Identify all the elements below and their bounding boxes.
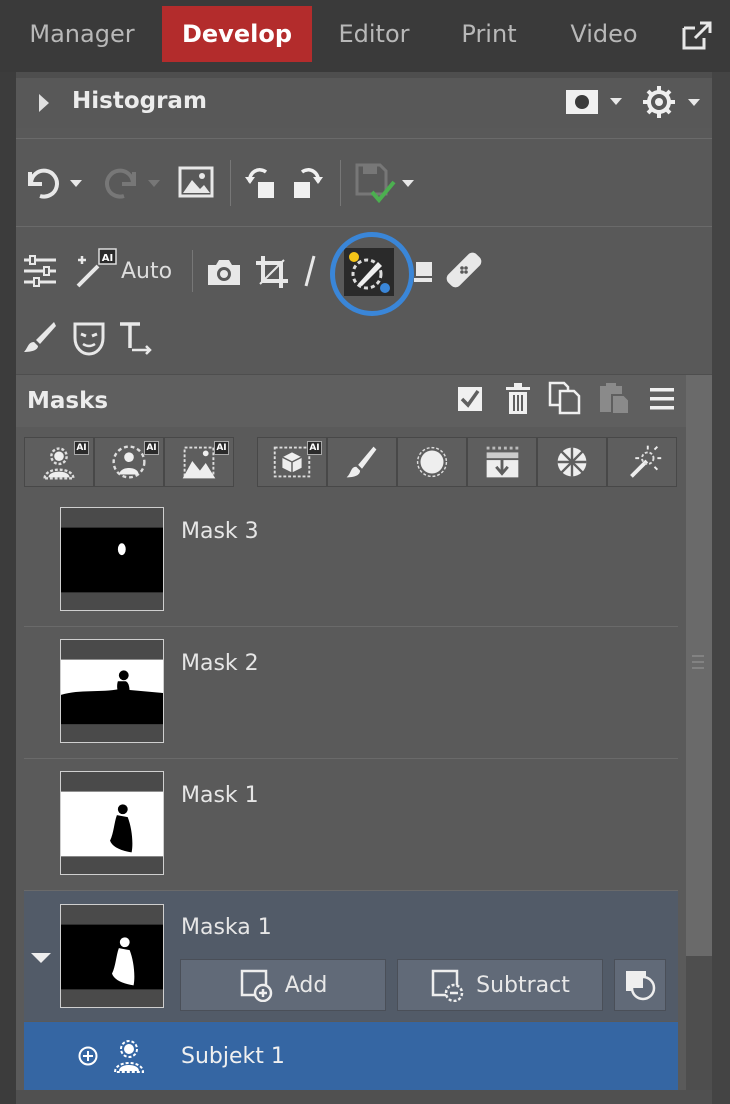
histogram-section[interactable]: Histogram [16,78,712,128]
ai-landscape-mask-button[interactable]: AI [164,437,234,487]
rotate-right-icon[interactable] [290,164,324,200]
selected-mask-name: Maska 1 [181,915,272,940]
ai-person-mask-button[interactable]: AI [24,437,94,487]
radial-mask-button[interactable] [397,437,467,487]
toolbar-separator [340,160,341,206]
tab-manager[interactable]: Manager [0,6,164,62]
scrollbar-grip-icon[interactable] [690,652,706,672]
svg-text:AI: AI [102,253,113,264]
add-mask-label: Add [284,972,328,998]
module-tab-bar: Manager Develop Editor Print Video [0,0,730,72]
mask-list-item[interactable]: Mask 3 [24,495,678,627]
histogram-settings-gear-icon[interactable] [642,84,706,120]
healing-icon[interactable] [446,252,482,288]
ai-object-mask-button[interactable]: AI [257,437,327,487]
color-range-mask-button[interactable] [537,437,607,487]
auto-enhance-icon[interactable]: AI [74,248,118,290]
subtract-mask-icon [430,968,464,1002]
ai-badge: AI [74,441,89,455]
ai-badge: AI [307,441,322,455]
mask-name: Mask 3 [181,519,259,544]
histogram-title: Histogram [72,88,207,114]
checkmark-icon[interactable] [456,385,484,413]
rotate-left-icon[interactable] [244,164,278,200]
copy-icon[interactable] [548,381,582,415]
adjustments-icon[interactable] [22,254,58,288]
straighten-icon[interactable] [302,254,318,288]
subtract-mask-label: Subtract [476,972,570,998]
divider [16,138,712,139]
redo-icon [100,164,166,200]
add-mask-button[interactable]: Add [180,959,386,1011]
mask-list-item[interactable]: Mask 1 [24,759,678,891]
masks-title: Masks [27,388,109,414]
masks-panel-header: Masks [16,375,686,427]
ai-person-icon [112,1038,146,1074]
filter-icon[interactable] [414,260,432,286]
brush-icon[interactable] [22,320,58,354]
crop-icon[interactable] [254,254,290,290]
add-mode-icon [78,1046,98,1066]
mask-component-row[interactable]: Subjekt 1 [24,1022,678,1090]
collapse-arrow-icon[interactable] [30,951,52,965]
trash-icon[interactable] [504,383,532,415]
ai-subject-mask-button[interactable]: AI [94,437,164,487]
camera-icon[interactable] [206,256,242,288]
tab-develop[interactable]: Develop [162,6,312,62]
magic-wand-mask-button[interactable] [607,437,677,487]
mask-component-label: Subjekt 1 [181,1044,285,1069]
subtract-mask-button[interactable]: Subtract [397,959,603,1011]
mask-name: Mask 2 [181,651,259,676]
save-icon[interactable] [354,162,420,208]
intersect-mask-button[interactable] [614,959,666,1011]
mask-thumbnail [60,771,164,875]
mask-name: Mask 1 [181,783,259,808]
histogram-mode-icon[interactable] [564,87,624,117]
tab-print[interactable]: Print [436,6,542,62]
divider [16,226,712,227]
tab-video[interactable]: Video [548,6,660,62]
undo-icon[interactable] [22,164,88,200]
ai-badge: AI [144,441,159,455]
mask-thumbnail [60,904,164,1008]
expand-arrow-icon[interactable] [38,93,50,113]
brush-mask-button[interactable] [327,437,397,487]
add-mask-icon [239,968,273,1002]
right-edge-strip [712,72,730,1104]
paste-icon [598,381,632,415]
ai-badge: AI [214,441,229,455]
highlight-ring [330,232,414,316]
bottom-strip [16,1090,712,1104]
gradient-mask-button[interactable] [467,437,537,487]
menu-icon[interactable] [648,385,676,413]
toolbar-separator [230,160,231,206]
image-compare-icon[interactable] [178,166,214,198]
auto-enhance-label[interactable]: Auto [121,259,172,284]
mask-thumbnail [60,639,164,743]
external-window-icon[interactable] [681,21,713,51]
intersect-mask-icon [623,968,657,1002]
face-mask-icon[interactable] [72,320,106,356]
tab-editor[interactable]: Editor [318,6,430,62]
text-icon[interactable] [118,320,154,356]
mask-list-item[interactable]: Mask 2 [24,627,678,759]
left-edge-strip [0,72,16,1104]
mask-thumbnail [60,507,164,611]
toolbar-separator [192,250,193,292]
